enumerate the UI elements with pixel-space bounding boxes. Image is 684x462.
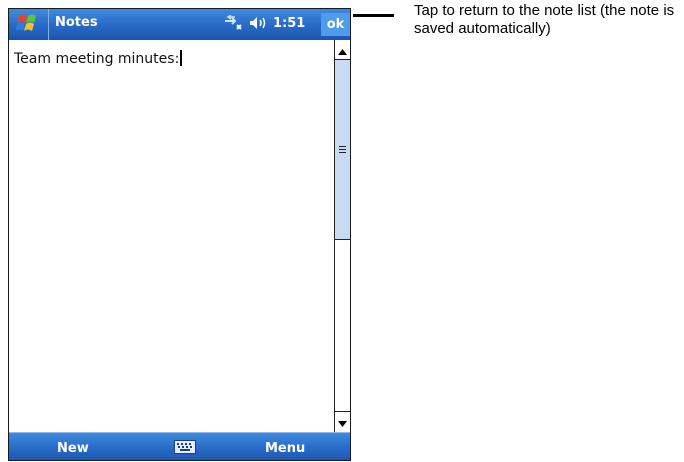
title-bar: Notes 1:51 ok	[9, 9, 350, 40]
clock[interactable]: 1:51	[273, 16, 305, 31]
new-button[interactable]: New	[57, 441, 89, 456]
scroll-up-button[interactable]	[335, 40, 350, 60]
vertical-scrollbar[interactable]	[334, 40, 350, 432]
note-text: Team meeting minutes:	[14, 51, 180, 67]
note-text-line[interactable]: Team meeting minutes:	[14, 50, 183, 67]
scroll-down-button[interactable]	[335, 411, 350, 431]
keyboard-icon[interactable]	[174, 439, 196, 454]
grip-icon	[339, 146, 346, 153]
status-area[interactable]: 1:51	[223, 15, 305, 31]
arrow-up-icon	[338, 40, 347, 59]
speaker-icon[interactable]	[249, 16, 267, 30]
note-editor[interactable]: Team meeting minutes:	[9, 40, 334, 432]
pocket-pc-screen: Notes 1:51 ok Team meeting minutes: New …	[8, 8, 351, 461]
windows-start-icon	[14, 11, 42, 39]
menu-button[interactable]: Menu	[265, 441, 305, 456]
callout-pointer-line	[353, 14, 394, 17]
app-title: Notes	[55, 15, 98, 30]
text-caret	[180, 50, 183, 66]
callout-annotation: Tap to return to the note list (the note…	[414, 2, 675, 37]
menu-bar: New Menu	[9, 432, 350, 460]
scroll-thumb[interactable]	[335, 60, 350, 240]
arrow-down-icon	[338, 412, 347, 431]
start-button[interactable]	[9, 9, 49, 40]
ok-button[interactable]: ok	[321, 13, 350, 36]
connectivity-icon[interactable]	[223, 15, 243, 31]
